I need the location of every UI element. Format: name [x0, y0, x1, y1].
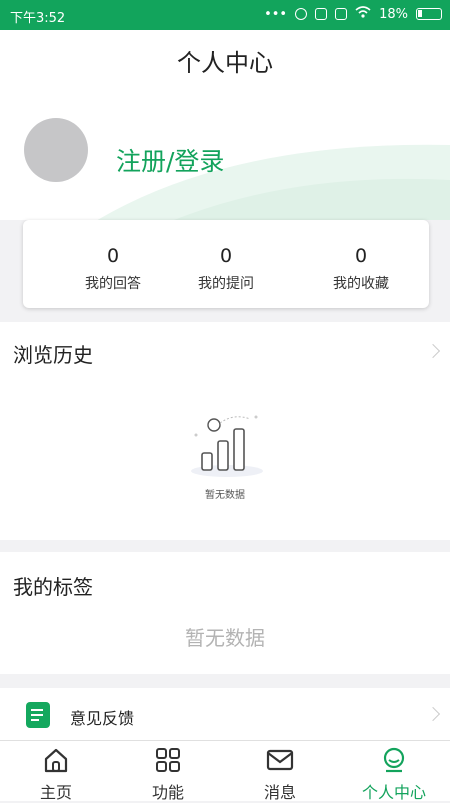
status-time: 下午3:52	[10, 11, 66, 26]
wifi-icon	[355, 6, 371, 22]
vibrate-icon	[315, 8, 328, 20]
avatar[interactable]	[24, 118, 88, 182]
feedback-icon	[26, 702, 50, 728]
tab-label: 主页	[39, 783, 72, 802]
stat-label: 我的收藏	[333, 276, 389, 292]
more-dots-icon: •••	[264, 6, 288, 22]
feedback-label: 意见反馈	[70, 709, 135, 728]
tab-messages[interactable]: 消息	[224, 741, 336, 802]
status-icons: ••• 18%	[264, 6, 442, 22]
stats-card: 0 我的回答 0 我的提问 0 我的收藏	[23, 220, 429, 308]
tab-functions[interactable]: 功能	[112, 741, 224, 802]
register-login-link[interactable]: 注册/登录	[116, 142, 224, 178]
home-icon	[44, 748, 68, 773]
tab-home[interactable]: 主页	[0, 741, 112, 802]
stat-questions[interactable]: 0 我的提问	[166, 220, 286, 293]
stat-count: 0	[219, 245, 233, 267]
stat-count: 0	[106, 245, 120, 267]
history-title: 浏览历史	[13, 343, 93, 367]
no-sim-icon	[335, 8, 348, 20]
stat-favorites[interactable]: 0 我的收藏	[301, 220, 421, 293]
battery-icon	[416, 8, 442, 20]
page-title: 个人中心	[177, 49, 273, 77]
tab-label: 消息	[263, 783, 296, 802]
empty-data-illustration	[191, 415, 263, 477]
stat-count: 0	[354, 245, 368, 267]
stat-label: 我的回答	[85, 276, 141, 292]
user-icon	[383, 747, 405, 773]
tab-label: 个人中心	[361, 783, 426, 802]
grid-icon	[156, 748, 180, 772]
history-empty-text: 暂无数据	[205, 490, 245, 501]
bottom-tab-bar: 主页 功能 消息 个人中心	[0, 740, 450, 802]
tags-section: 我的标签	[0, 552, 450, 674]
stat-answers[interactable]: 0 我的回答	[53, 220, 173, 293]
feedback-row[interactable]	[0, 688, 450, 740]
tab-profile[interactable]: 个人中心	[338, 741, 450, 802]
alarm-icon	[295, 8, 308, 20]
tags-empty-text: 暂无数据	[185, 626, 265, 650]
mail-icon	[266, 749, 294, 771]
chevron-right-icon[interactable]	[425, 343, 441, 359]
status-bar: 下午3:52 ••• 18%	[0, 0, 450, 30]
battery-percent: 18%	[379, 6, 408, 22]
tags-title: 我的标签	[13, 575, 93, 599]
page-header: 个人中心	[0, 30, 450, 100]
stat-label: 我的提问	[198, 276, 254, 292]
tab-label: 功能	[151, 783, 184, 802]
